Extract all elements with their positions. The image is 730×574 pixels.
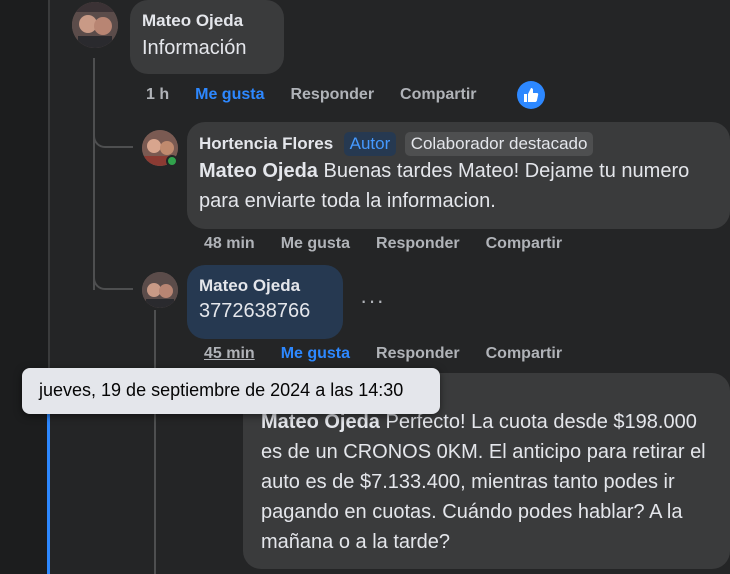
timestamp-link[interactable]: 48 min [204, 235, 255, 253]
share-button[interactable]: Compartir [400, 86, 476, 104]
like-button[interactable]: Me gusta [281, 345, 350, 363]
thumbs-up-icon [524, 88, 539, 102]
share-button[interactable]: Compartir [486, 345, 562, 363]
left-panel [0, 0, 48, 574]
timestamp-link[interactable]: 1 h [146, 86, 169, 104]
avatar[interactable] [142, 272, 178, 308]
like-button[interactable]: Me gusta [195, 86, 264, 104]
comment-text: 3772638766 [199, 300, 311, 322]
comment-bubble: Hortencia Flores Autor Colaborador desta… [187, 122, 730, 229]
more-options-button[interactable]: ··· [360, 288, 385, 314]
author-badge: Autor [343, 132, 397, 156]
reply-button[interactable]: Responder [290, 86, 374, 104]
comment-bubble: Mateo Ojeda 3772638766 [187, 265, 343, 339]
comment-text: Mateo Ojeda Buenas tardes Mateo! Dejame … [199, 156, 718, 216]
comment-actions: 1 h Me gusta Responder Compartir [146, 86, 503, 104]
scroll-accent-bar [47, 392, 50, 574]
like-reaction-icon[interactable] [517, 81, 545, 109]
comment-actions: 48 min Me gusta Responder Compartir [204, 235, 588, 253]
mention-link[interactable]: Mateo Ojeda [261, 411, 380, 433]
comment-author[interactable]: Mateo Ojeda [199, 276, 331, 296]
comment-text: Mateo Ojeda Perfecto! La cuota desde $19… [255, 407, 718, 557]
online-status-dot [166, 155, 178, 167]
top-contributor-badge: Colaborador destacado [404, 132, 594, 156]
timestamp-link[interactable]: 45 min [204, 345, 255, 363]
share-button[interactable]: Compartir [486, 235, 562, 253]
thread-branch [93, 260, 133, 290]
reply-button[interactable]: Responder [376, 345, 460, 363]
mention-link[interactable]: Mateo Ojeda [199, 160, 318, 182]
like-button[interactable]: Me gusta [281, 235, 350, 253]
comment-header: Hortencia Flores Autor Colaborador desta… [199, 132, 718, 156]
thread-line [154, 310, 156, 574]
timestamp-tooltip: jueves, 19 de septiembre de 2024 a las 1… [22, 368, 440, 414]
thread-branch [93, 120, 133, 148]
avatar[interactable] [72, 2, 118, 48]
comment-author[interactable]: Hortencia Flores [199, 134, 333, 153]
comment-bubble: Mateo Ojeda Información [130, 0, 284, 74]
comment-text: Información [142, 37, 247, 59]
comment-actions: 45 min Me gusta Responder Compartir [204, 345, 588, 363]
reply-button[interactable]: Responder [376, 235, 460, 253]
comment-author[interactable]: Mateo Ojeda [142, 11, 272, 31]
thread-line [93, 58, 95, 290]
